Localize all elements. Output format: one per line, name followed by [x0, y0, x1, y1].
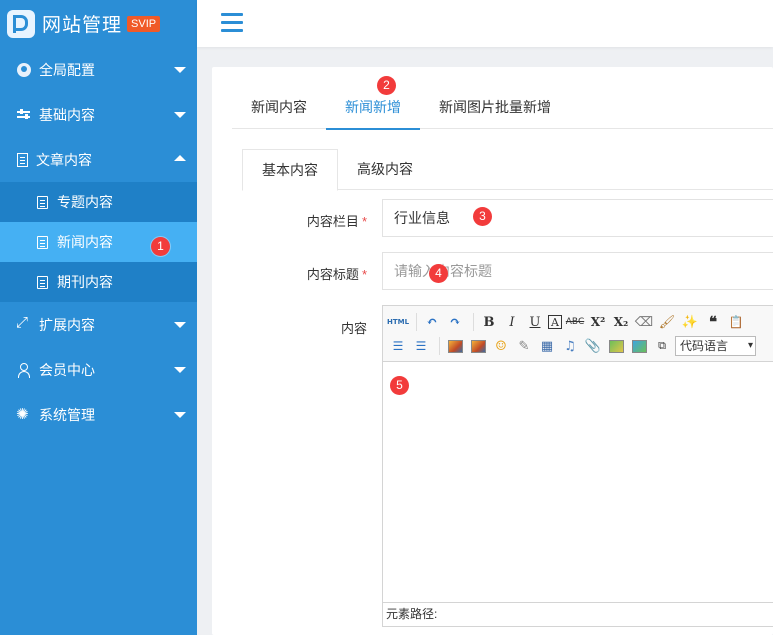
- tab-news-add[interactable]: 新闻新增: [326, 93, 420, 130]
- document-icon: [17, 152, 28, 167]
- html-source-button[interactable]: HTML: [387, 312, 409, 332]
- image-icon[interactable]: [445, 336, 465, 356]
- italic-icon[interactable]: I: [502, 312, 522, 332]
- brand: 网站管理 SVIP: [0, 0, 197, 47]
- align-left-icon[interactable]: ☰: [388, 336, 408, 356]
- document-icon: [37, 235, 48, 249]
- underline-icon[interactable]: U: [525, 312, 545, 332]
- sidebar-item-global-config[interactable]: 全局配置: [0, 47, 197, 92]
- align-center-icon[interactable]: ☰: [411, 336, 431, 356]
- paste-icon[interactable]: 📋: [726, 312, 746, 332]
- scrawl-icon[interactable]: ✎: [514, 336, 534, 356]
- emoji-icon[interactable]: ☺: [491, 336, 511, 356]
- sliders-icon: [17, 108, 31, 122]
- document-icon: [37, 275, 48, 289]
- video-icon[interactable]: ▦: [537, 336, 557, 356]
- auto-format-icon[interactable]: ✨: [680, 312, 700, 332]
- content-label: 内容: [340, 321, 367, 336]
- annotation-marker-1: 1: [151, 237, 170, 256]
- redo-icon[interactable]: ↷: [445, 312, 465, 332]
- rich-text-editor: HTML ↶ ↷ B I U A ABC X² X₂ ⌫ 🖌 ✨ ❝ 📋 ☰ ☰…: [382, 305, 773, 627]
- caret-down-icon: [174, 322, 186, 328]
- annotation-marker-2: 2: [377, 76, 396, 95]
- page-tabs: 新闻内容 新闻新增 新闻图片批量新增: [232, 93, 773, 130]
- caret-down-icon: [174, 67, 186, 73]
- sidebar-item-label: 基础内容: [39, 106, 95, 123]
- menu-toggle-icon[interactable]: [221, 13, 243, 32]
- iframe-icon[interactable]: ⧉: [652, 336, 672, 356]
- tab-advanced-content[interactable]: 高级内容: [338, 149, 432, 190]
- sidebar-item-extension[interactable]: 扩展内容: [0, 302, 197, 347]
- gear-icon: [16, 405, 31, 423]
- code-language-select[interactable]: 代码语言: [675, 336, 756, 356]
- globe-icon: [17, 62, 31, 77]
- sidebar-subitem-label: 专题内容: [57, 194, 113, 210]
- attachment-icon[interactable]: 📎: [583, 336, 603, 356]
- annotation-marker-4: 4: [429, 264, 448, 283]
- caret-down-icon: [174, 367, 186, 373]
- brand-title: 网站管理: [42, 15, 123, 36]
- gmap-icon[interactable]: [629, 336, 649, 356]
- blockquote-icon[interactable]: ❝: [703, 312, 723, 332]
- tab-news-batch-images[interactable]: 新闻图片批量新增: [420, 93, 570, 129]
- sidebar-subitem-label: 新闻内容: [57, 234, 113, 250]
- editor-toolbar: HTML ↶ ↷ B I U A ABC X² X₂ ⌫ 🖌 ✨ ❝ 📋 ☰ ☰…: [383, 306, 773, 362]
- undo-icon[interactable]: ↶: [422, 312, 442, 332]
- superscript-icon[interactable]: X²: [588, 312, 608, 332]
- form-tabs: 基本内容 高级内容: [242, 149, 773, 191]
- column-label: 内容栏目 *: [306, 214, 367, 229]
- tab-basic-content[interactable]: 基本内容: [242, 149, 338, 191]
- annotation-marker-5: 5: [390, 376, 409, 395]
- sidebar-item-basic-content[interactable]: 基础内容: [0, 92, 197, 137]
- sidebar-item-member-center[interactable]: 会员中心: [0, 347, 197, 392]
- format-brush-icon[interactable]: 🖌: [657, 312, 677, 332]
- sidebar-item-label: 扩展内容: [39, 316, 95, 333]
- sidebar-subitem-journal[interactable]: 期刊内容: [0, 262, 197, 302]
- sidebar-item-article-content[interactable]: 文章内容: [0, 137, 197, 182]
- sidebar: 网站管理 SVIP 全局配置 基础内容 文章内容 专题内容 新闻内容 期刊内容 …: [0, 0, 197, 635]
- annotation-marker-3: 3: [473, 207, 492, 226]
- tab-news-list[interactable]: 新闻内容: [232, 93, 326, 129]
- sidebar-item-system[interactable]: 系统管理: [0, 392, 197, 437]
- strikethrough-icon[interactable]: ABC: [565, 312, 585, 332]
- expand-icon: [16, 314, 31, 332]
- logo-icon: [7, 9, 35, 38]
- map-icon[interactable]: [606, 336, 626, 356]
- bold-icon[interactable]: B: [479, 312, 499, 332]
- sidebar-subitem-label: 期刊内容: [57, 274, 113, 290]
- eraser-icon[interactable]: ⌫: [634, 312, 654, 332]
- caret-down-icon: [174, 412, 186, 418]
- sidebar-item-label: 会员中心: [39, 361, 95, 378]
- document-icon: [37, 195, 48, 209]
- editor-body[interactable]: [383, 362, 773, 602]
- sidebar-item-label: 系统管理: [39, 406, 95, 423]
- column-select[interactable]: [382, 199, 773, 237]
- content-card: 新闻内容 新闻新增 新闻图片批量新增 基本内容 高级内容 内容栏目* 内容标题*…: [212, 67, 773, 635]
- sidebar-subitem-topic[interactable]: 专题内容: [0, 182, 197, 222]
- caret-up-icon: [174, 155, 186, 161]
- caret-down-icon: [174, 112, 186, 118]
- user-icon: [17, 362, 31, 378]
- music-icon[interactable]: ♫: [560, 336, 580, 356]
- element-path: 元素路径:: [383, 602, 773, 626]
- svip-badge: SVIP: [127, 15, 161, 32]
- font-border-icon[interactable]: A: [548, 315, 562, 329]
- multi-image-icon[interactable]: [468, 336, 488, 356]
- sidebar-item-label: 全局配置: [39, 61, 95, 78]
- top-bar: [197, 0, 773, 47]
- sidebar-item-label: 文章内容: [36, 151, 92, 168]
- title-label: 内容标题 *: [306, 267, 367, 282]
- subscript-icon[interactable]: X₂: [611, 312, 631, 332]
